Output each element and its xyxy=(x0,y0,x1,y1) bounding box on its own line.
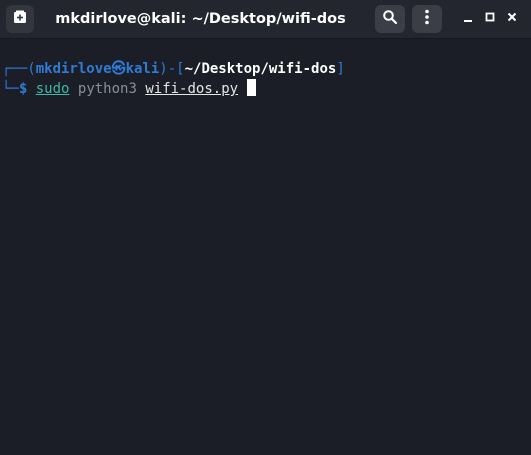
text-cursor xyxy=(246,79,256,96)
title-bar: mkdirlove@kali: ~/Desktop/wifi-dos xyxy=(0,0,531,39)
command-sudo: sudo xyxy=(35,81,70,97)
maximize-icon xyxy=(484,10,496,28)
menu-button[interactable] xyxy=(412,5,442,33)
prompt-at-symbol: ㉿ xyxy=(111,61,126,77)
search-icon xyxy=(382,9,398,30)
close-icon xyxy=(506,10,518,28)
maximize-button[interactable] xyxy=(480,9,500,29)
prompt-corner-top: ┌──( xyxy=(2,61,36,77)
command-line: └─$ sudo python3 wifi-dos.py xyxy=(2,79,256,99)
prompt-separator: )-[ xyxy=(159,61,185,77)
kebab-menu-icon xyxy=(424,9,430,30)
minimize-icon xyxy=(462,10,474,28)
new-tab-button[interactable] xyxy=(6,5,34,33)
search-button[interactable] xyxy=(375,5,405,33)
terminal-output[interactable]: ┌──(mkdirlove㉿kali)-[~/Desktop/wifi-dos]… xyxy=(0,39,531,455)
prompt-host: kali xyxy=(125,61,160,77)
close-button[interactable] xyxy=(502,9,522,29)
prompt-path: ~/Desktop/wifi-dos xyxy=(184,61,337,77)
prompt-user: mkdirlove xyxy=(35,61,112,77)
prompt-line: ┌──(mkdirlove㉿kali)-[~/Desktop/wifi-dos] xyxy=(2,60,345,79)
new-tab-icon xyxy=(12,9,28,30)
terminal-window: mkdirlove@kali: ~/Desktop/wifi-dos ┌──(m… xyxy=(0,0,531,455)
prompt-path-close: ] xyxy=(336,61,345,77)
prompt-corner-bottom: └─ xyxy=(2,81,19,97)
command-argument: wifi-dos.py xyxy=(145,81,239,97)
window-title: mkdirlove@kali: ~/Desktop/wifi-dos xyxy=(55,11,346,27)
minimize-button[interactable] xyxy=(458,9,478,29)
command-program: python3 xyxy=(77,81,137,97)
prompt-dollar: $ xyxy=(18,81,28,97)
